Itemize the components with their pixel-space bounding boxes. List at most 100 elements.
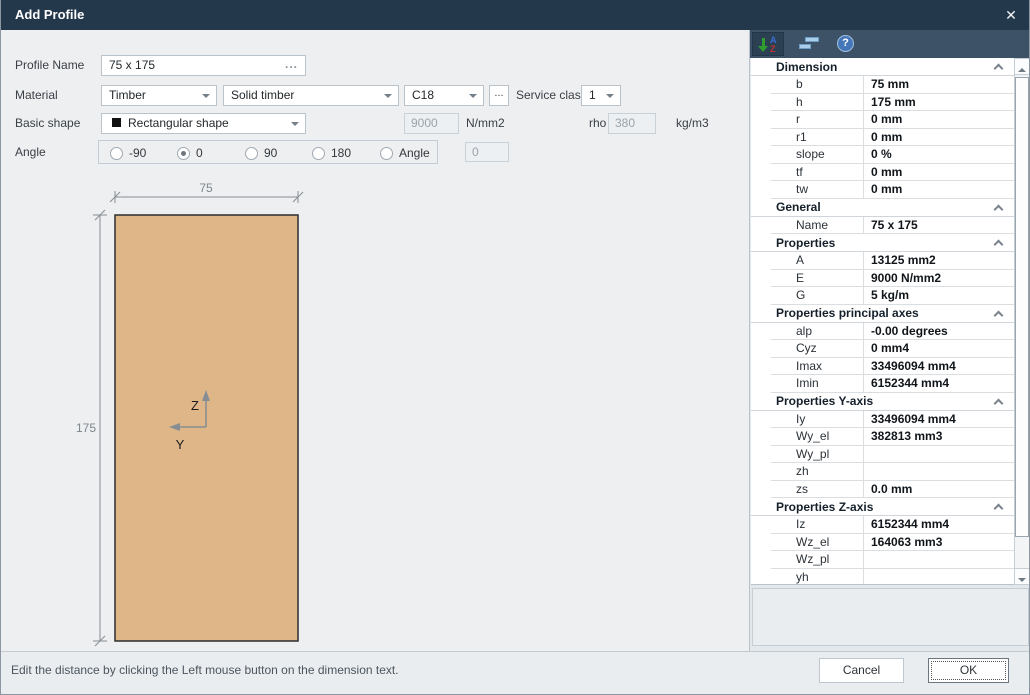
close-icon[interactable]: ✕	[999, 3, 1023, 27]
sort-arrowhead-icon	[758, 46, 768, 52]
section-header-properties-principal-axes[interactable]: Properties principal axes	[751, 304, 1014, 323]
ok-button[interactable]: OK	[928, 658, 1009, 683]
profile-name-browse-icon[interactable]: ...	[285, 56, 298, 73]
property-value[interactable]: 0 mm	[863, 181, 1014, 198]
chevron-down-icon	[291, 122, 299, 126]
property-name: alp	[796, 323, 813, 338]
property-row-e: E 9000 N/mm2	[771, 269, 1014, 287]
radio-icon	[380, 146, 393, 160]
radio-selected-icon	[177, 146, 190, 160]
property-value[interactable]: 0 mm	[863, 163, 1014, 180]
property-name: Imax	[796, 358, 823, 373]
property-value[interactable]: 0 mm4	[863, 340, 1014, 357]
property-row-yh: yh	[771, 568, 1014, 584]
property-value[interactable]	[863, 551, 1014, 568]
property-value[interactable]: 382813 mm3	[863, 428, 1014, 445]
property-row-wy-el: Wy_el 382813 mm3	[771, 428, 1014, 446]
property-value[interactable]	[863, 568, 1014, 584]
material-grade-dropdown[interactable]: C18	[404, 85, 484, 106]
angle-radio-90[interactable]: 90	[245, 141, 277, 165]
chevron-up-icon[interactable]	[993, 310, 1004, 320]
property-row-imax: Imax 33496094 mm4	[771, 357, 1014, 375]
rectangle-shape-icon	[112, 118, 121, 127]
title-bar: Add Profile ✕	[1, 0, 1029, 30]
section-title: Dimension	[776, 59, 838, 74]
property-name: slope	[796, 147, 825, 161]
help-icon[interactable]: ?	[832, 32, 860, 56]
rho-field: 380	[608, 113, 656, 134]
chevron-up-icon[interactable]	[993, 398, 1004, 408]
property-value[interactable]	[863, 445, 1014, 462]
panel-empty-area	[752, 588, 1029, 646]
section-title: Properties Y-axis	[776, 394, 874, 408]
property-value[interactable]: 175 mm	[863, 93, 1014, 110]
property-value[interactable]: 33496094 mm4	[863, 410, 1014, 427]
panel-scrollbar[interactable]	[1014, 58, 1029, 585]
property-name: tw	[796, 182, 808, 196]
cancel-button[interactable]: Cancel	[819, 658, 904, 683]
sort-za-icon[interactable]: A Z	[752, 32, 784, 56]
property-value[interactable]: 6152344 mm4	[863, 375, 1014, 392]
angle-radio-0[interactable]: 0	[177, 141, 203, 165]
height-dimension-text[interactable]: 175	[76, 421, 96, 435]
property-name: Name	[796, 217, 829, 232]
property-row-a: A 13125 mm2	[771, 252, 1014, 270]
material-category-dropdown[interactable]: Timber	[101, 85, 217, 106]
scroll-down-button[interactable]	[1015, 568, 1029, 584]
section-header-dimension[interactable]: Dimension	[751, 58, 1014, 76]
angle-custom-field: 0	[465, 142, 509, 162]
property-value[interactable]: 13125 mm2	[863, 252, 1014, 269]
dialog-title: Add Profile	[15, 7, 85, 22]
section-header-properties[interactable]: Properties	[751, 234, 1014, 252]
property-name: Iy	[796, 411, 806, 426]
angle-radio-180[interactable]: 180	[312, 141, 351, 165]
section-header-general[interactable]: General	[751, 198, 1014, 217]
ok-button-label: OK	[959, 663, 978, 677]
property-value[interactable]: 0.0 mm	[863, 480, 1014, 497]
material-browse-button[interactable]: ...	[489, 85, 509, 106]
property-value[interactable]: 9000 N/mm2	[863, 269, 1014, 286]
property-name: yh	[796, 569, 809, 584]
property-name: r	[796, 112, 800, 126]
chevron-up-icon[interactable]	[993, 239, 1004, 250]
angle-radio--90[interactable]: -90	[110, 141, 146, 165]
property-value[interactable]: -0.00 degrees	[863, 322, 1014, 339]
service-class-dropdown[interactable]: 1	[581, 85, 621, 106]
chevron-up-icon[interactable]	[993, 63, 1004, 74]
property-value[interactable]: 0 mm	[863, 111, 1014, 128]
bar-icon	[805, 37, 819, 42]
property-row-zs: zs 0.0 mm	[771, 480, 1014, 498]
property-value[interactable]: 164063 mm3	[863, 533, 1014, 550]
property-row-wz-el: Wz_el 164063 mm3	[771, 533, 1014, 551]
section-header-properties-y-axis[interactable]: Properties Y-axis	[751, 392, 1014, 411]
property-row-r: r 0 mm	[771, 111, 1014, 129]
property-value[interactable]: 5 kg/m	[863, 287, 1014, 304]
property-value[interactable]: 75 mm	[863, 76, 1014, 93]
scrollbar-thumb[interactable]	[1015, 77, 1029, 537]
add-profile-dialog: Add Profile ✕ Profile Name Material Basi…	[0, 0, 1030, 695]
material-type-dropdown[interactable]: Solid timber	[223, 85, 399, 106]
property-name: Wy_pl	[796, 446, 830, 461]
category-bars-icon[interactable]	[794, 32, 824, 56]
property-value[interactable]: 6152344 mm4	[863, 516, 1014, 533]
property-row-iz: Iz 6152344 mm4	[771, 516, 1014, 534]
width-dimension-text[interactable]: 75	[199, 181, 213, 195]
property-row-tf: tf 0 mm	[771, 163, 1014, 181]
property-value[interactable]: 33496094 mm4	[863, 357, 1014, 374]
profile-drawing-canvas: 75 175 Z Y	[76, 181, 304, 647]
profile-name-input[interactable]: 75 x 175 ...	[101, 55, 306, 76]
chevron-down-icon	[202, 94, 210, 98]
material-category-value: Timber	[109, 88, 146, 102]
property-value[interactable]: 0 mm	[863, 128, 1014, 145]
basic-shape-dropdown[interactable]: Rectangular shape	[101, 113, 306, 134]
chevron-up-icon[interactable]	[993, 204, 1004, 214]
service-class-value: 1	[589, 88, 596, 102]
property-value[interactable]: 75 x 175	[863, 216, 1014, 233]
scroll-up-button[interactable]	[1015, 59, 1029, 75]
property-value[interactable]: 0 %	[863, 146, 1014, 163]
chevron-up-icon[interactable]	[993, 503, 1004, 514]
angle-radio-angle[interactable]: Angle	[380, 141, 430, 165]
section-header-properties-z-axis[interactable]: Properties Z-axis	[751, 498, 1014, 516]
angle-label: Angle	[15, 145, 46, 159]
property-value[interactable]	[863, 463, 1014, 480]
